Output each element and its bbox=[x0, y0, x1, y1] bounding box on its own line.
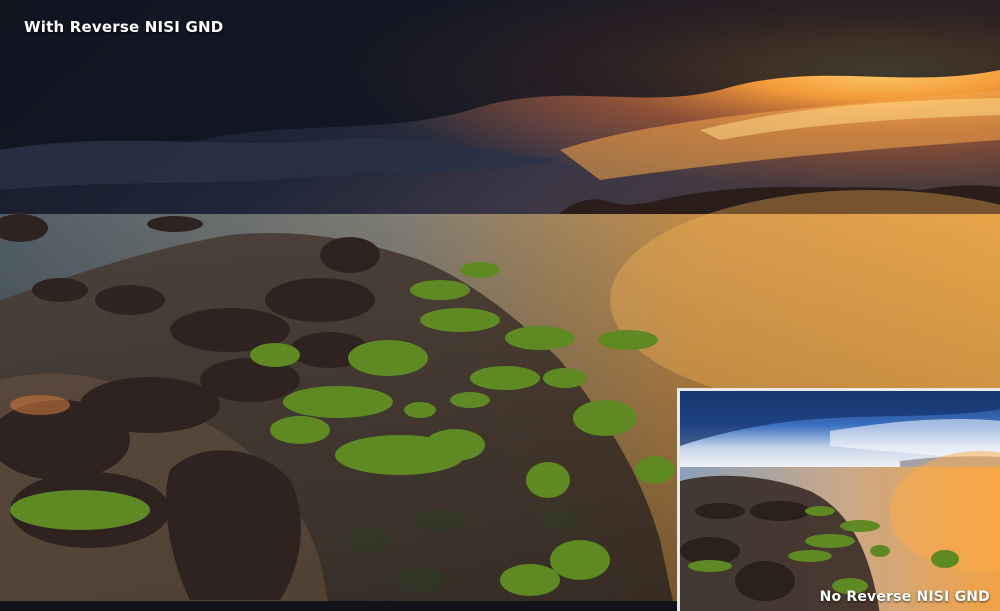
bottom-edge-strip bbox=[0, 601, 677, 611]
caption-with-reverse-gnd: With Reverse NISI GND bbox=[24, 18, 224, 36]
inset-seascape-scene bbox=[680, 391, 1000, 611]
inset-photo-no-reverse-gnd: No Reverse NISI GND bbox=[677, 388, 1000, 611]
caption-no-reverse-gnd: No Reverse NISI GND bbox=[819, 589, 990, 605]
